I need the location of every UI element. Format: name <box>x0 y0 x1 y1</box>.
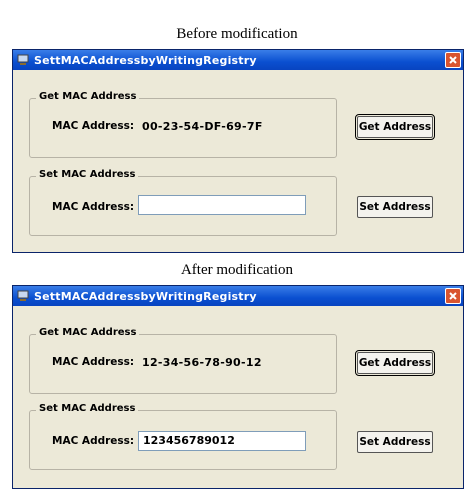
title-bar[interactable]: SettMACAddressbyWritingRegistry <box>13 286 463 306</box>
window-after: SettMACAddressbyWritingRegistry Get MAC … <box>12 285 464 489</box>
after-caption: After modification <box>180 262 294 278</box>
computer-icon <box>17 290 29 302</box>
mac-address-input[interactable] <box>138 195 306 215</box>
mac-address-value: 12-34-56-78-90-12 <box>142 356 262 369</box>
close-icon <box>449 56 457 64</box>
mac-address-label: MAC Address: <box>52 435 135 447</box>
mac-address-value: 00-23-54-DF-69-7F <box>142 120 263 133</box>
get-address-button[interactable]: Get Address <box>355 114 435 140</box>
set-address-button[interactable]: Set Address <box>357 431 433 453</box>
before-caption: Before modification <box>176 26 298 42</box>
close-button[interactable] <box>445 52 461 68</box>
mac-address-label: MAC Address: <box>52 201 135 213</box>
close-icon <box>449 292 457 300</box>
set-group-legend: Set MAC Address <box>36 403 139 414</box>
window-title: SettMACAddressbyWritingRegistry <box>34 53 257 67</box>
window-title: SettMACAddressbyWritingRegistry <box>34 289 257 303</box>
mac-address-label: MAC Address: <box>52 120 135 132</box>
get-group-legend: Get MAC Address <box>36 327 140 338</box>
get-mac-group: Get MAC Address MAC Address: 12-34-56-78… <box>29 327 337 394</box>
computer-icon <box>17 54 29 66</box>
get-address-button[interactable]: Get Address <box>355 350 435 376</box>
title-bar[interactable]: SettMACAddressbyWritingRegistry <box>13 50 463 70</box>
set-group-legend: Set MAC Address <box>36 169 139 180</box>
get-mac-group: Get MAC Address MAC Address: 00-23-54-DF… <box>29 91 337 158</box>
set-mac-group: Set MAC Address MAC Address: <box>29 169 337 236</box>
close-button[interactable] <box>445 288 461 304</box>
mac-address-input[interactable]: 123456789012 <box>138 431 306 451</box>
set-mac-group: Set MAC Address MAC Address: 12345678901… <box>29 403 337 470</box>
get-group-legend: Get MAC Address <box>36 91 140 102</box>
window-before: SettMACAddressbyWritingRegistry Get MAC … <box>12 49 464 253</box>
set-address-button[interactable]: Set Address <box>357 196 433 218</box>
mac-address-label: MAC Address: <box>52 356 135 368</box>
